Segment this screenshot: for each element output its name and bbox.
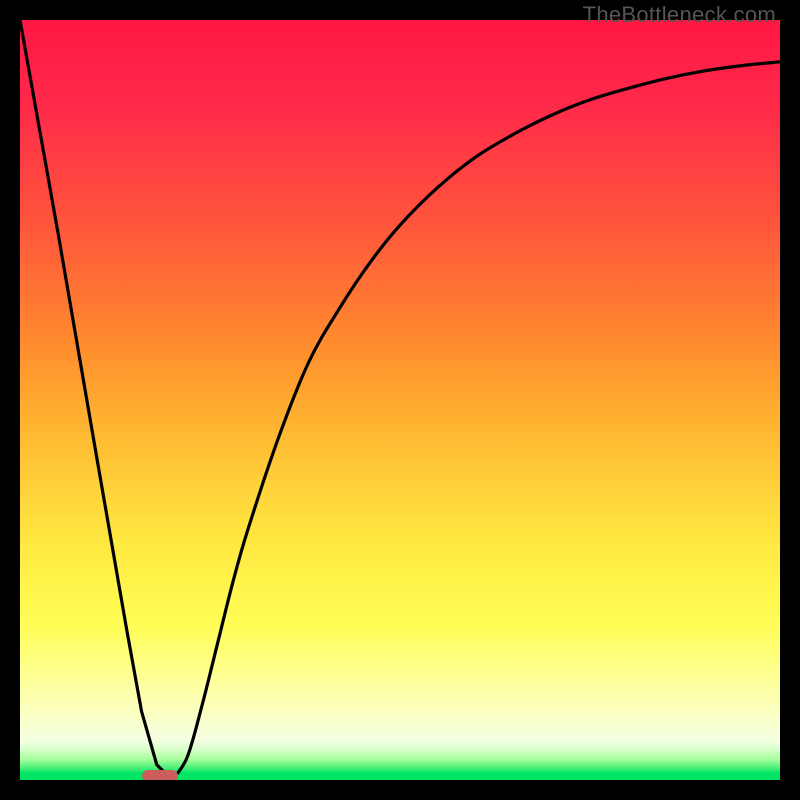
chart-frame: TheBottleneck.com (0, 0, 800, 800)
bottleneck-curve (20, 20, 780, 780)
plot-area (20, 20, 780, 780)
curve-svg (20, 20, 780, 780)
optimal-marker (142, 770, 178, 780)
watermark-text: TheBottleneck.com (583, 2, 776, 28)
